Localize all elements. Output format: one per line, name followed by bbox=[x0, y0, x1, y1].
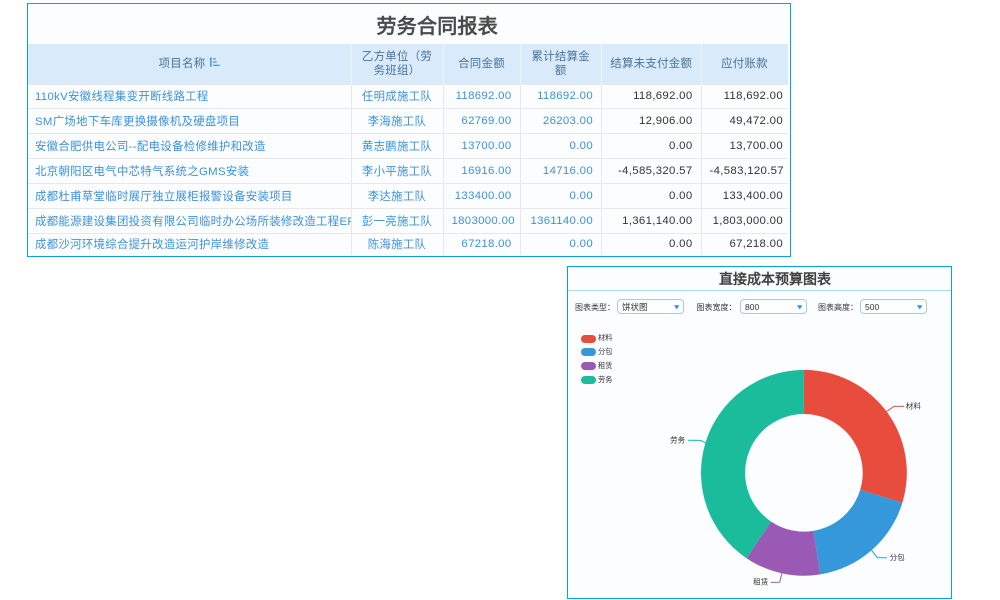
svg-text:租赁: 租赁 bbox=[753, 577, 769, 586]
svg-text:劳务: 劳务 bbox=[670, 434, 686, 444]
svg-text:分包: 分包 bbox=[889, 553, 904, 562]
svg-text:材料: 材料 bbox=[905, 400, 921, 410]
